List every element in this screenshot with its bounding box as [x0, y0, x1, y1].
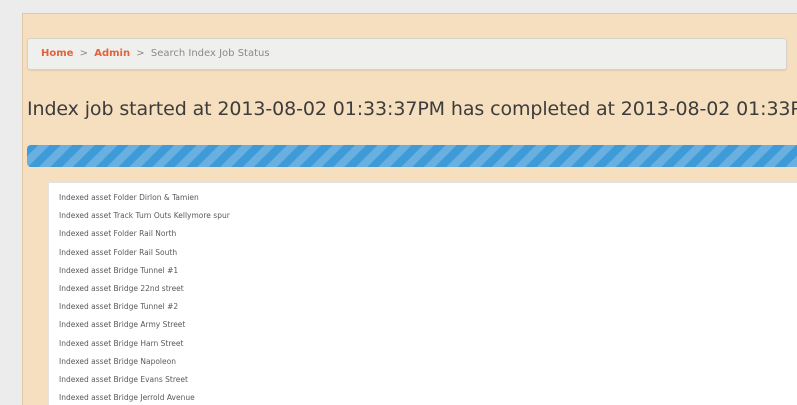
log-item: Indexed asset Folder Rail North [59, 229, 177, 239]
log-item: Indexed asset Bridge Napoleon [59, 356, 176, 366]
log-item: Indexed asset Folder Dirlon & Tamien [59, 193, 199, 202]
progress-bar-fill [27, 145, 797, 167]
breadcrumb: Home > Admin > Search Index Job Status [27, 38, 787, 70]
log-item: Indexed asset Track Turn Outs Kellymore … [59, 211, 230, 221]
index-log-list: Indexed asset Folder Dirlon & Tamien Inde… [49, 183, 797, 405]
log-item: Indexed asset Bridge Army Street [59, 320, 186, 330]
breadcrumb-admin-link[interactable]: Admin [94, 48, 130, 59]
progress-bar [27, 145, 797, 167]
breadcrumb-separator: > [79, 48, 89, 59]
log-item: Indexed asset Bridge Jerrold Avenue [59, 393, 195, 403]
log-item: Indexed asset Folder Rail South [59, 247, 178, 257]
log-item: Indexed asset Bridge Harn Street [59, 338, 184, 348]
log-item: Indexed asset Bridge Tunnel #1 [59, 265, 179, 275]
breadcrumb-home-link[interactable]: Home [41, 48, 73, 59]
index-log-panel[interactable]: Indexed asset Folder Dirlon & Tamien Inde… [48, 182, 797, 405]
breadcrumb-current-page: Search Index Job Status [150, 48, 270, 59]
breadcrumb-separator: > [136, 48, 145, 59]
log-item: Indexed asset Bridge Evans Street [59, 375, 188, 385]
page-title: Index job started at 2013-08-02 01:33:37… [27, 98, 797, 120]
log-item: Indexed asset Bridge 22nd street [59, 284, 184, 294]
log-item: Indexed asset Bridge Tunnel #2 [59, 302, 179, 312]
page-frame: Home > Admin > Search Index Job Status I… [0, 0, 797, 405]
